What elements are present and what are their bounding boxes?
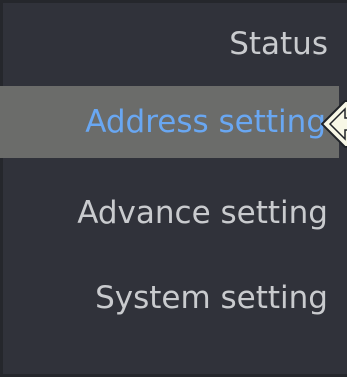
panel-border-top [0,0,347,3]
left-arrow-icon [321,100,347,148]
menu-item-status[interactable]: Status [0,8,347,80]
menu-item-system-setting[interactable]: System setting [0,262,347,334]
menu-item-address-setting[interactable]: Address setting [0,86,339,158]
settings-menu-panel: Status Address setting Advance setting S… [0,0,347,377]
menu-item-advance-setting[interactable]: Advance setting [0,177,347,249]
